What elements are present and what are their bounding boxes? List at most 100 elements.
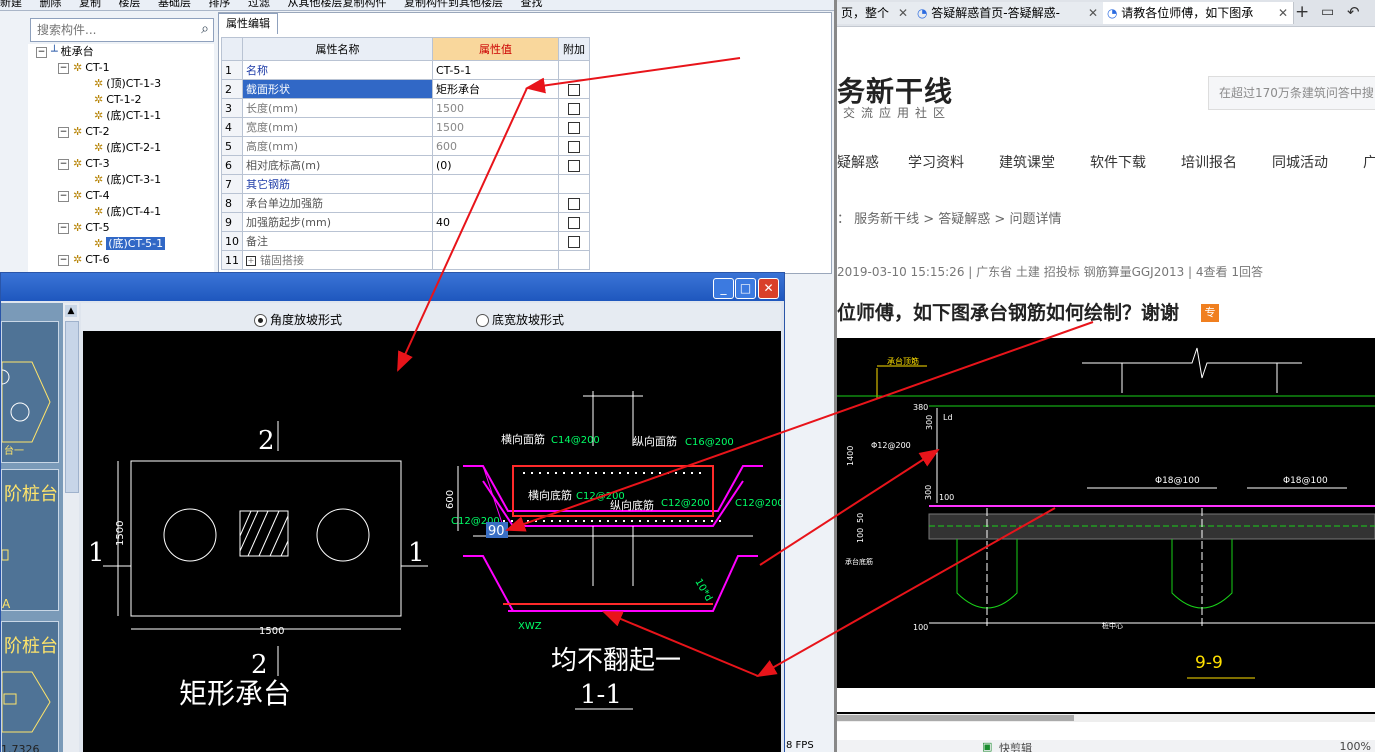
- nav-training[interactable]: 培训报名: [1181, 152, 1237, 172]
- property-row[interactable]: 9 加强筋起步(mm) 40: [221, 212, 590, 232]
- undo-close-icon[interactable]: ↶: [1347, 3, 1360, 21]
- maximize-button[interactable]: □: [735, 278, 756, 299]
- property-extra[interactable]: [558, 117, 590, 137]
- collapse-icon[interactable]: −: [58, 190, 69, 202]
- property-row[interactable]: 1 名称 CT-5-1: [221, 60, 590, 80]
- status-clip-label[interactable]: 快剪辑: [999, 740, 1032, 752]
- new-tab-button[interactable]: +: [1295, 2, 1309, 22]
- radio-selected-icon[interactable]: [254, 314, 267, 327]
- property-extra[interactable]: [558, 98, 590, 118]
- tree-item[interactable]: ✲ (底)CT-1-1: [94, 108, 161, 124]
- property-row[interactable]: 11 + 锚固搭接: [221, 250, 590, 270]
- horizontal-scroll-thumb[interactable]: [837, 715, 1074, 721]
- collapse-icon[interactable]: −: [58, 254, 69, 266]
- tree-root[interactable]: − ┴ 桩承台: [36, 44, 94, 60]
- browser-tab-1[interactable]: 页，整个 ✕: [837, 2, 914, 24]
- cad-canvas[interactable]: 2 1500 1500 1 1 2 矩形承台 横向面筋 C14@200 纵向面筋…: [83, 331, 784, 752]
- close-tab-icon[interactable]: ✕: [898, 2, 908, 24]
- property-extra[interactable]: [558, 193, 590, 213]
- collapse-icon[interactable]: −: [58, 158, 69, 170]
- property-row[interactable]: 7 其它钢筋: [221, 174, 590, 194]
- column-hatch[interactable]: [239, 510, 289, 557]
- tab-list-icon[interactable]: ▭: [1321, 4, 1334, 20]
- toolbar-copy[interactable]: 复制: [79, 0, 101, 9]
- property-extra[interactable]: [558, 212, 590, 232]
- property-row[interactable]: 3 长度(mm) 1500: [221, 98, 590, 118]
- extra-checkbox[interactable]: [568, 102, 580, 115]
- property-value[interactable]: [432, 174, 559, 194]
- property-extra[interactable]: [558, 60, 590, 80]
- property-extra[interactable]: [558, 155, 590, 175]
- close-tab-icon[interactable]: ✕: [1088, 2, 1098, 24]
- component-tree[interactable]: − ┴ 桩承台 − ✲ CT-1 ✲ (顶)CT-1-3 ✲ CT-1-2 ✲ (底)CT-1-1−…: [28, 44, 214, 274]
- pile-right[interactable]: [316, 508, 370, 562]
- browser-tab-2[interactable]: ◔ 答疑解惑首页-答疑解惑- ✕: [913, 2, 1104, 24]
- extra-checkbox[interactable]: [568, 83, 580, 96]
- radio-angle-slope[interactable]: 角度放坡形式: [254, 311, 342, 328]
- pile-left[interactable]: [163, 508, 217, 562]
- toolbar-find[interactable]: 查找: [521, 0, 543, 9]
- property-value[interactable]: 600: [432, 136, 559, 156]
- expand-icon[interactable]: +: [246, 256, 256, 266]
- tree-item[interactable]: ✲ (底)CT-5-1: [94, 236, 166, 252]
- property-value[interactable]: 1500: [432, 98, 559, 118]
- property-row[interactable]: 5 高度(mm) 600: [221, 136, 590, 156]
- property-row[interactable]: 4 宽度(mm) 1500: [221, 117, 590, 137]
- tree-group[interactable]: − ✲ CT-3: [58, 156, 110, 172]
- property-extra[interactable]: [558, 231, 590, 251]
- clip-icon[interactable]: ▣: [982, 740, 992, 752]
- site-search-input[interactable]: 在超过170万条建筑问答中搜: [1208, 76, 1375, 110]
- nav-classroom[interactable]: 建筑课堂: [999, 152, 1055, 172]
- tree-group[interactable]: − ✲ CT-6: [58, 252, 110, 268]
- toolbar-new[interactable]: 新建: [0, 0, 22, 9]
- tab-property-edit[interactable]: 属性编辑: [218, 13, 278, 34]
- collapse-icon[interactable]: −: [58, 126, 69, 138]
- tree-item[interactable]: ✲ (底)CT-2-1: [94, 140, 161, 156]
- tree-item[interactable]: ✲ CT-1-2: [94, 92, 142, 108]
- property-value[interactable]: 40: [432, 212, 559, 232]
- edit-value[interactable]: 90: [488, 524, 505, 539]
- tree-group[interactable]: − ✲ CT-2: [58, 124, 110, 140]
- nav-software[interactable]: 软件下载: [1090, 152, 1146, 172]
- cad-drawing[interactable]: 2 1500 1500 1 1 2 矩形承台 横向面筋 C14@200 纵向面筋…: [83, 331, 784, 752]
- extra-checkbox[interactable]: [568, 216, 580, 229]
- radio-width-slope[interactable]: 底宽放坡形式: [476, 311, 564, 328]
- toolbar-base-floor[interactable]: 基础层: [158, 0, 191, 9]
- extra-checkbox[interactable]: [568, 235, 580, 248]
- toolbar-filter[interactable]: 过滤: [248, 0, 270, 9]
- collapse-icon[interactable]: −: [58, 222, 69, 234]
- extra-checkbox[interactable]: [568, 197, 580, 210]
- toolbar-copy-to-floor[interactable]: 复制构件到其他楼层: [404, 0, 503, 9]
- component-search[interactable]: ⌕: [30, 18, 214, 42]
- question-cad-image[interactable]: 承台顶筋 380 Ld 300 Φ12@200 1400 300 100 Φ18…: [837, 338, 1375, 688]
- property-row[interactable]: 6 相对底标高(m) (0): [221, 155, 590, 175]
- property-value[interactable]: (0): [432, 155, 559, 175]
- close-button[interactable]: ✕: [758, 278, 779, 299]
- dialog-titlebar[interactable]: _ □ ✕: [1, 273, 784, 301]
- tree-group[interactable]: − ✲ CT-1: [58, 60, 110, 76]
- property-row[interactable]: 2 截面形状 矩形承台: [221, 79, 590, 99]
- close-tab-icon[interactable]: ✕: [1278, 2, 1288, 24]
- thumb-stepped-cap[interactable]: 阶桩台 A: [1, 469, 59, 611]
- tree-group[interactable]: − ✲ CT-4: [58, 188, 110, 204]
- tree-item[interactable]: ✲ (底)CT-4-1: [94, 204, 161, 220]
- tree-group[interactable]: − ✲ CT-5: [58, 220, 110, 236]
- nav-qa[interactable]: 疑解惑: [837, 152, 879, 172]
- minimize-button[interactable]: _: [713, 278, 734, 299]
- toolbar-delete[interactable]: 删除: [40, 0, 62, 9]
- thumb-pentagon-cap[interactable]: 台一: [0, 321, 59, 463]
- collapse-icon[interactable]: −: [36, 46, 47, 58]
- property-extra[interactable]: [558, 79, 590, 99]
- property-value[interactable]: CT-5-1: [432, 60, 559, 80]
- property-value[interactable]: 矩形承台: [432, 79, 559, 99]
- scroll-up-icon[interactable]: ▲: [65, 305, 77, 317]
- extra-checkbox[interactable]: [568, 140, 580, 153]
- property-row[interactable]: 8 承台单边加强筋: [221, 193, 590, 213]
- nav-events[interactable]: 同城活动: [1272, 152, 1328, 172]
- property-row[interactable]: 10 备注: [221, 231, 590, 251]
- tree-item[interactable]: ✲ (顶)CT-1-3: [94, 76, 161, 92]
- toolbar-sort[interactable]: 排序: [209, 0, 231, 9]
- nav-more[interactable]: 广: [1363, 152, 1375, 172]
- property-value[interactable]: [432, 231, 559, 251]
- scroll-thumb[interactable]: [65, 321, 79, 493]
